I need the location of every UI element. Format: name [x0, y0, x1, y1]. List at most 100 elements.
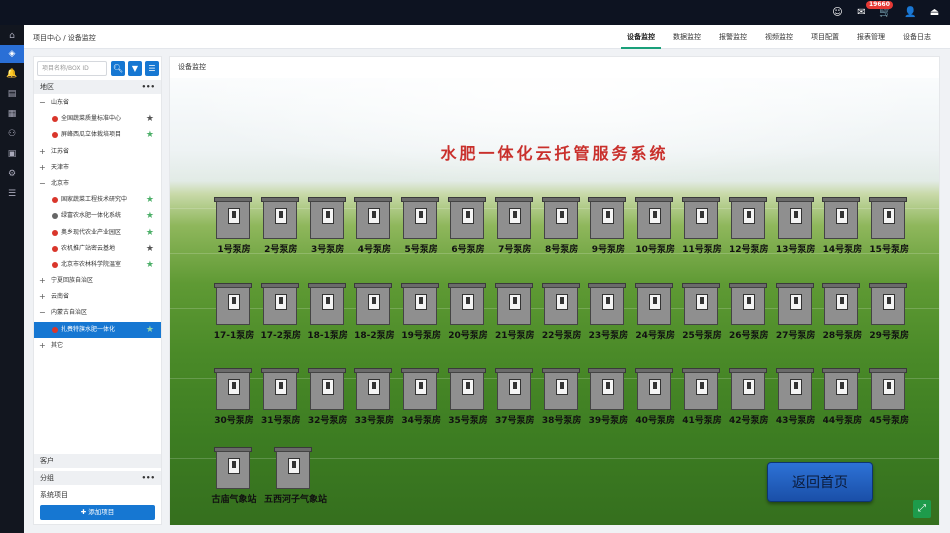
pump-house-door [415, 208, 428, 224]
pump-house-icon [871, 201, 906, 239]
section-group[interactable]: 分组 ••• [34, 471, 161, 485]
settings-icon[interactable]: ⚙ [0, 165, 24, 183]
status-dot-icon [52, 213, 58, 220]
bus-icon[interactable]: ▣ [0, 145, 24, 163]
collapse-toggle-icon[interactable]: − [39, 176, 46, 192]
alert-icon[interactable]: 🔔 [0, 65, 24, 83]
collapse-toggle-icon[interactable]: − [39, 95, 46, 111]
expand-icon[interactable]: ⤢ [913, 500, 931, 518]
favorite-star-icon[interactable]: ★ [146, 127, 154, 143]
tree-region-item[interactable]: + 天津市 [34, 160, 161, 176]
tree-region-item[interactable]: + 江苏省 [34, 144, 161, 160]
pump-house-door [696, 208, 708, 224]
tree-item-label: 屏峰西瓜立体栽培项目 [61, 131, 122, 139]
pump-house-icon [403, 372, 438, 410]
tab-2[interactable]: 报警监控 [710, 25, 756, 49]
tab-4[interactable]: 项目配置 [802, 25, 848, 49]
tree-project-item[interactable]: 扎赉特旗水肥一体化 ★ [34, 321, 161, 338]
grid-icon[interactable]: ▦ [0, 105, 24, 123]
pump-house-icon [309, 201, 344, 239]
section-customer[interactable]: 客户 [34, 454, 161, 468]
tab-5[interactable]: 报表管理 [848, 25, 894, 49]
favorite-star-icon[interactable]: ★ [146, 322, 154, 338]
favorite-star-icon[interactable]: ★ [146, 192, 154, 208]
pump-house-icon [684, 201, 718, 239]
pump-house-door [883, 294, 896, 310]
add-project-button[interactable]: ✚ 添加项目 [40, 505, 155, 520]
pump-house-icon [496, 201, 531, 239]
tree-project-item[interactable]: 北京市农林科学院温室 ★ [34, 257, 161, 273]
section-region-label: 地区 [40, 83, 54, 91]
tree-region-item[interactable]: − 山东省 [34, 95, 161, 111]
pump-house-icon [262, 287, 297, 325]
tree-project-item[interactable]: 绿富农水肥一体化系统 ★ [34, 208, 161, 224]
expand-toggle-icon[interactable]: + [39, 160, 46, 176]
section-customer-label: 客户 [40, 457, 54, 465]
pump-house-icon [590, 201, 625, 239]
tree-region-item[interactable]: − 内蒙古自治区 [34, 305, 161, 321]
pump-house-icon [216, 287, 250, 325]
expand-toggle-icon[interactable]: + [39, 144, 46, 160]
tree-project-item[interactable]: 国家蔬菜工程技术研究中 ★ [34, 192, 161, 208]
pump-house-icon [216, 201, 250, 239]
list-button[interactable]: ☰ [145, 61, 159, 76]
pump-house-door [368, 379, 381, 395]
top-bar: ☺ ✉ 🛒 19660 👤 ⏏ [0, 0, 950, 25]
pump-house-door [789, 294, 802, 310]
filter-button[interactable]: ▼ [128, 61, 142, 76]
search-button[interactable]: 🔍︎ [111, 61, 125, 76]
back-home-button[interactable]: 返回首页 [767, 462, 873, 502]
tree-region-item[interactable]: + 云南省 [34, 289, 161, 305]
more-icon[interactable]: ••• [142, 471, 155, 485]
tab-1[interactable]: 数据监控 [664, 25, 710, 49]
tab-3[interactable]: 视频监控 [756, 25, 802, 49]
tree-project-item[interactable]: 农机推广站密云基地 ★ [34, 241, 161, 257]
home-icon[interactable]: ⌂ [0, 27, 24, 45]
clipboard-icon[interactable]: ▤ [0, 85, 24, 103]
smiley-icon[interactable]: ☺ [831, 6, 844, 19]
tree-project-item[interactable]: 屏峰西瓜立体栽培项目 ★ [34, 127, 161, 143]
tree-region-item[interactable]: − 北京市 [34, 176, 161, 192]
pump-house-icon [309, 287, 344, 325]
pump-house-door [696, 294, 708, 310]
collapse-toggle-icon[interactable]: − [39, 305, 46, 321]
user-icon[interactable]: 👤 [904, 6, 917, 19]
search-input[interactable]: 项目名称/BOX ID [37, 61, 107, 76]
scene-title: 水肥一体化云托管服务系统 [440, 144, 669, 163]
status-dot-icon [52, 245, 58, 252]
more-icon[interactable]: ••• [142, 80, 155, 94]
tree-item-label: 北京市农林科学院温室 [61, 260, 122, 268]
pump-house-icon [496, 287, 531, 325]
tree-project-item[interactable]: 奥乡现代农业产业园区 ★ [34, 225, 161, 241]
pump-house-icon [777, 201, 812, 239]
pump-house-icon [684, 372, 718, 410]
tree-project-item[interactable]: 全国蔬菜质量标准中心 ★ [34, 111, 161, 127]
layers-icon[interactable]: ◈ [0, 45, 24, 63]
person-icon[interactable]: ⚇ [0, 125, 24, 143]
tab-0[interactable]: 设备监控 [618, 25, 664, 49]
favorite-star-icon[interactable]: ★ [146, 257, 154, 273]
expand-toggle-icon[interactable]: + [39, 338, 46, 354]
database-icon[interactable]: ☰ [0, 185, 24, 203]
pump-house-door [274, 208, 287, 224]
favorite-star-icon[interactable]: ★ [146, 111, 154, 127]
expand-toggle-icon[interactable]: + [39, 289, 46, 305]
icon-rail: ⌂ ◈ 🔔 ▤ ▦ ⚇ ▣ ⚙ ☰ [0, 25, 24, 533]
pump-house-door [462, 379, 474, 395]
favorite-star-icon[interactable]: ★ [146, 225, 154, 241]
section-region[interactable]: 地区 ••• [34, 80, 161, 94]
tab-6[interactable]: 设备日志 [894, 25, 940, 49]
tree-region-item[interactable]: + 宁夏回族自治区 [34, 273, 161, 289]
favorite-star-icon[interactable]: ★ [146, 241, 154, 257]
logout-icon[interactable]: ⏏ [928, 6, 941, 19]
section-system[interactable]: 系统项目 [34, 488, 161, 502]
tree-item-label: 江苏省 [51, 147, 70, 155]
pump-house-icon [871, 287, 906, 325]
expand-toggle-icon[interactable]: + [39, 273, 46, 289]
tree-region-item[interactable]: + 其它 [34, 338, 161, 354]
pump-house-icon [216, 451, 250, 489]
favorite-star-icon[interactable]: ★ [146, 208, 154, 224]
pump-house-icon [824, 372, 859, 410]
pump-house-icon [730, 201, 765, 239]
mail-icon[interactable]: ✉ [855, 6, 868, 19]
